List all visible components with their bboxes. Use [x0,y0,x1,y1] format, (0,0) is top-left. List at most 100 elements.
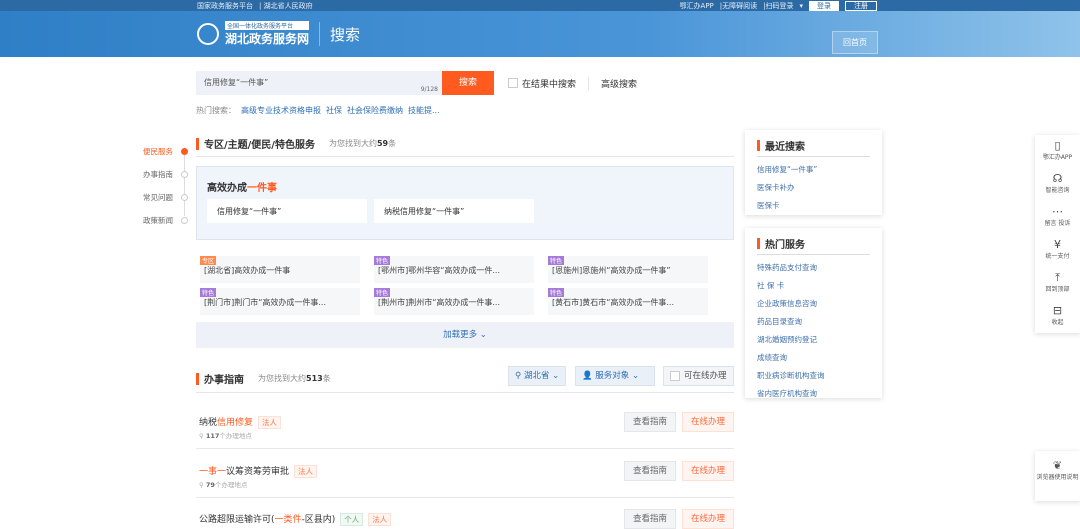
guide-name[interactable]: 公路超限运输许可(一类件-区县内) 个人 法人 [199,512,392,526]
leaf-icon: ❦ [1052,459,1063,472]
tool-icon: ⋯ [1052,205,1063,218]
link-hubei-gov[interactable]: 湖北省人民政府 [264,2,313,10]
special-item-text: [荆州市]荆州市“高效办成一件事... [378,298,501,307]
special-item-text: [鄂州市]鄂州华容“高效办成一件... [378,266,501,275]
special-item[interactable]: 特色 [黄石市]黄石市“高效办成一件事... [548,288,708,315]
header: 全国一体化政务服务平台 湖北政务服务网 搜索 回首页 [0,11,1080,57]
audience-tag: 法人 [294,465,318,478]
divider [196,448,734,449]
audience-tag: 法人 [258,416,282,429]
float-label: 鄂汇办APP [1042,154,1073,161]
hot-service-link[interactable]: 湖北婚姻预约登记 [757,334,870,345]
float-item[interactable]: ⤒ 回到顶部 [1035,267,1080,300]
highlight: 一事一 [199,467,227,477]
side-nav-item[interactable]: 常见问题 [143,186,188,209]
online-filter-checkbox[interactable]: 可在线办理 [663,366,734,386]
view-guide-button[interactable]: 查看指南 [624,461,676,481]
location-count: ⚲ 79个办理地点 [199,481,248,489]
char-count: 9/128 [420,86,438,93]
one-thing-card[interactable]: 纳税信用修复“一件事” [374,199,534,223]
view-guide-button[interactable]: 查看指南 [624,509,676,529]
special-item[interactable]: 特色 [鄂州市]鄂州华容“高效办成一件... [374,256,534,283]
scan-login[interactable]: 扫码登录 [765,1,793,11]
recent-search-link[interactable]: 医保卡 [757,200,870,211]
online-apply-button[interactable]: 在线办理 [682,509,734,529]
side-nav: 便民服务 办事指南 常见问题 政策新闻 [143,140,188,232]
collapse-icon: ⊟ [1052,304,1063,317]
hot-item[interactable]: 社保 [326,106,342,115]
target-filter[interactable]: 👤 服务对象 ⌄ [575,366,655,386]
float-label: 智能咨询 [1045,187,1070,194]
hot-item[interactable]: 高级专业技术资格申报 [241,106,321,115]
guide-header: 办事指南 为您找到大约513条 [196,371,331,386]
emblem-icon [197,23,219,45]
site-logo[interactable]: 全国一体化政务服务平台 湖北政务服务网 搜索 [197,21,360,47]
site-name: 湖北政务服务网 [225,32,310,46]
search-button[interactable]: 搜索 [442,71,494,95]
hot-label: 热门搜索： [196,106,236,115]
register-button[interactable]: 注册 [845,0,877,11]
side-nav-item[interactable]: 办事指南 [143,163,188,186]
hot-service-link[interactable]: 药品目录查询 [757,316,870,327]
hot-service-link[interactable]: 企业政策信息咨询 [757,298,870,309]
view-guide-button[interactable]: 查看指南 [624,412,676,432]
recent-search-link[interactable]: 医保卡补办 [757,182,870,193]
tool-icon: ¥ [1054,238,1061,251]
float-item[interactable]: ☊ 智能咨询 [1035,168,1080,201]
hot-item[interactable]: 社会保险费缴纳 [347,106,403,115]
recent-search-link[interactable]: 信用修复“一件事” [757,164,870,175]
special-header: 专区/主题/便民/特色服务 为您找到大约59条 [196,136,396,151]
special-item[interactable]: 特色 [恩施州]恩施州“高效办成一件事” [548,256,708,283]
float-label: 留言 投诉 [1044,220,1071,227]
browser-guide-button[interactable]: ❦ 浏览器使用说明 [1035,451,1080,501]
guide-name[interactable]: 一事一议筹资筹劳审批 法人 [199,464,318,478]
side-nav-item[interactable]: 政策新闻 [143,209,188,232]
special-item[interactable]: 专区 [湖北省]高效办成一件事 [200,256,360,283]
special-item[interactable]: 特色 [荆门市]荆门市“高效办成一件事... [200,288,360,315]
online-apply-button[interactable]: 在线办理 [682,412,734,432]
guide-name[interactable]: 纳税信用修复 法人 [199,415,282,429]
hot-service-link[interactable]: 社 保 卡 [757,280,870,291]
count: 117 [205,432,220,440]
advanced-search-link[interactable]: 高级搜索 [588,76,637,90]
tag-badge: 特色 [200,288,217,297]
home-button[interactable]: 回首页 [832,31,878,54]
tool-icon: ☊ [1052,172,1063,185]
tag-badge: 特色 [374,288,391,297]
link-national[interactable]: 国家政务服务平台 [197,2,253,10]
side-nav-item[interactable]: 便民服务 [143,140,188,163]
hot-service-panel: 热门服务 特殊药品支付查询社 保 卡企业政策信息咨询 药品目录查询 湖北婚姻预约登记成… [745,228,882,398]
load-more-button[interactable]: 加载更多 ⌄ [196,322,734,348]
page-title: 搜索 [330,25,361,44]
tool-icon: ▯ [1054,139,1061,152]
float-item[interactable]: ▯ 鄂汇办APP [1035,135,1080,168]
float-item[interactable]: ⊟ 收起 [1035,300,1080,333]
special-item-text: [荆门市]荆门市“高效办成一件事... [204,298,327,307]
hot-service-link[interactable]: 特殊药品支付查询 [757,262,870,273]
hot-searches: 热门搜索： 高级专业技术资格申报 社保 社会保险费缴纳 技能提... [196,105,440,116]
special-item[interactable]: 特色 [荆州市]荆州市“高效办成一件事... [374,288,534,315]
hot-service-link[interactable]: 省内医疗机构查询 [757,388,870,399]
result-count: 59 [376,139,389,148]
link-app[interactable]: 鄂汇办APP [680,1,714,11]
location-count: ⚲ 117个办理地点 [199,432,252,440]
online-apply-button[interactable]: 在线办理 [682,461,734,481]
search-input[interactable]: 信用修复“一件事” 9/128 [196,71,442,95]
divider [196,497,734,498]
hot-service-link[interactable]: 职业病诊断机构查询 [757,370,870,381]
float-item[interactable]: ⋯ 留言 投诉 [1035,201,1080,234]
float-item[interactable]: ¥ 统一支付 [1035,234,1080,267]
hot-service-link[interactable]: 成绩查询 [757,352,870,363]
one-thing-card[interactable]: 信用修复“一件事” [207,199,367,223]
search-in-results-checkbox[interactable]: 在结果中搜索 [508,77,576,90]
link-accessibility[interactable]: 无障碍阅读 [722,1,757,11]
float-label: 收起 [1051,319,1064,326]
result-count: 513 [306,374,323,383]
tag-badge: 专区 [200,256,217,265]
in-results-label: 在结果中搜索 [522,79,577,90]
hot-item[interactable]: 技能提... [408,106,440,115]
region-filter[interactable]: ⚲ 湖北省 ⌄ [508,366,567,386]
special-item-text: [湖北省]高效办成一件事 [204,266,291,275]
float-label: 回到顶部 [1045,286,1070,293]
login-button[interactable]: 登录 [809,0,839,11]
